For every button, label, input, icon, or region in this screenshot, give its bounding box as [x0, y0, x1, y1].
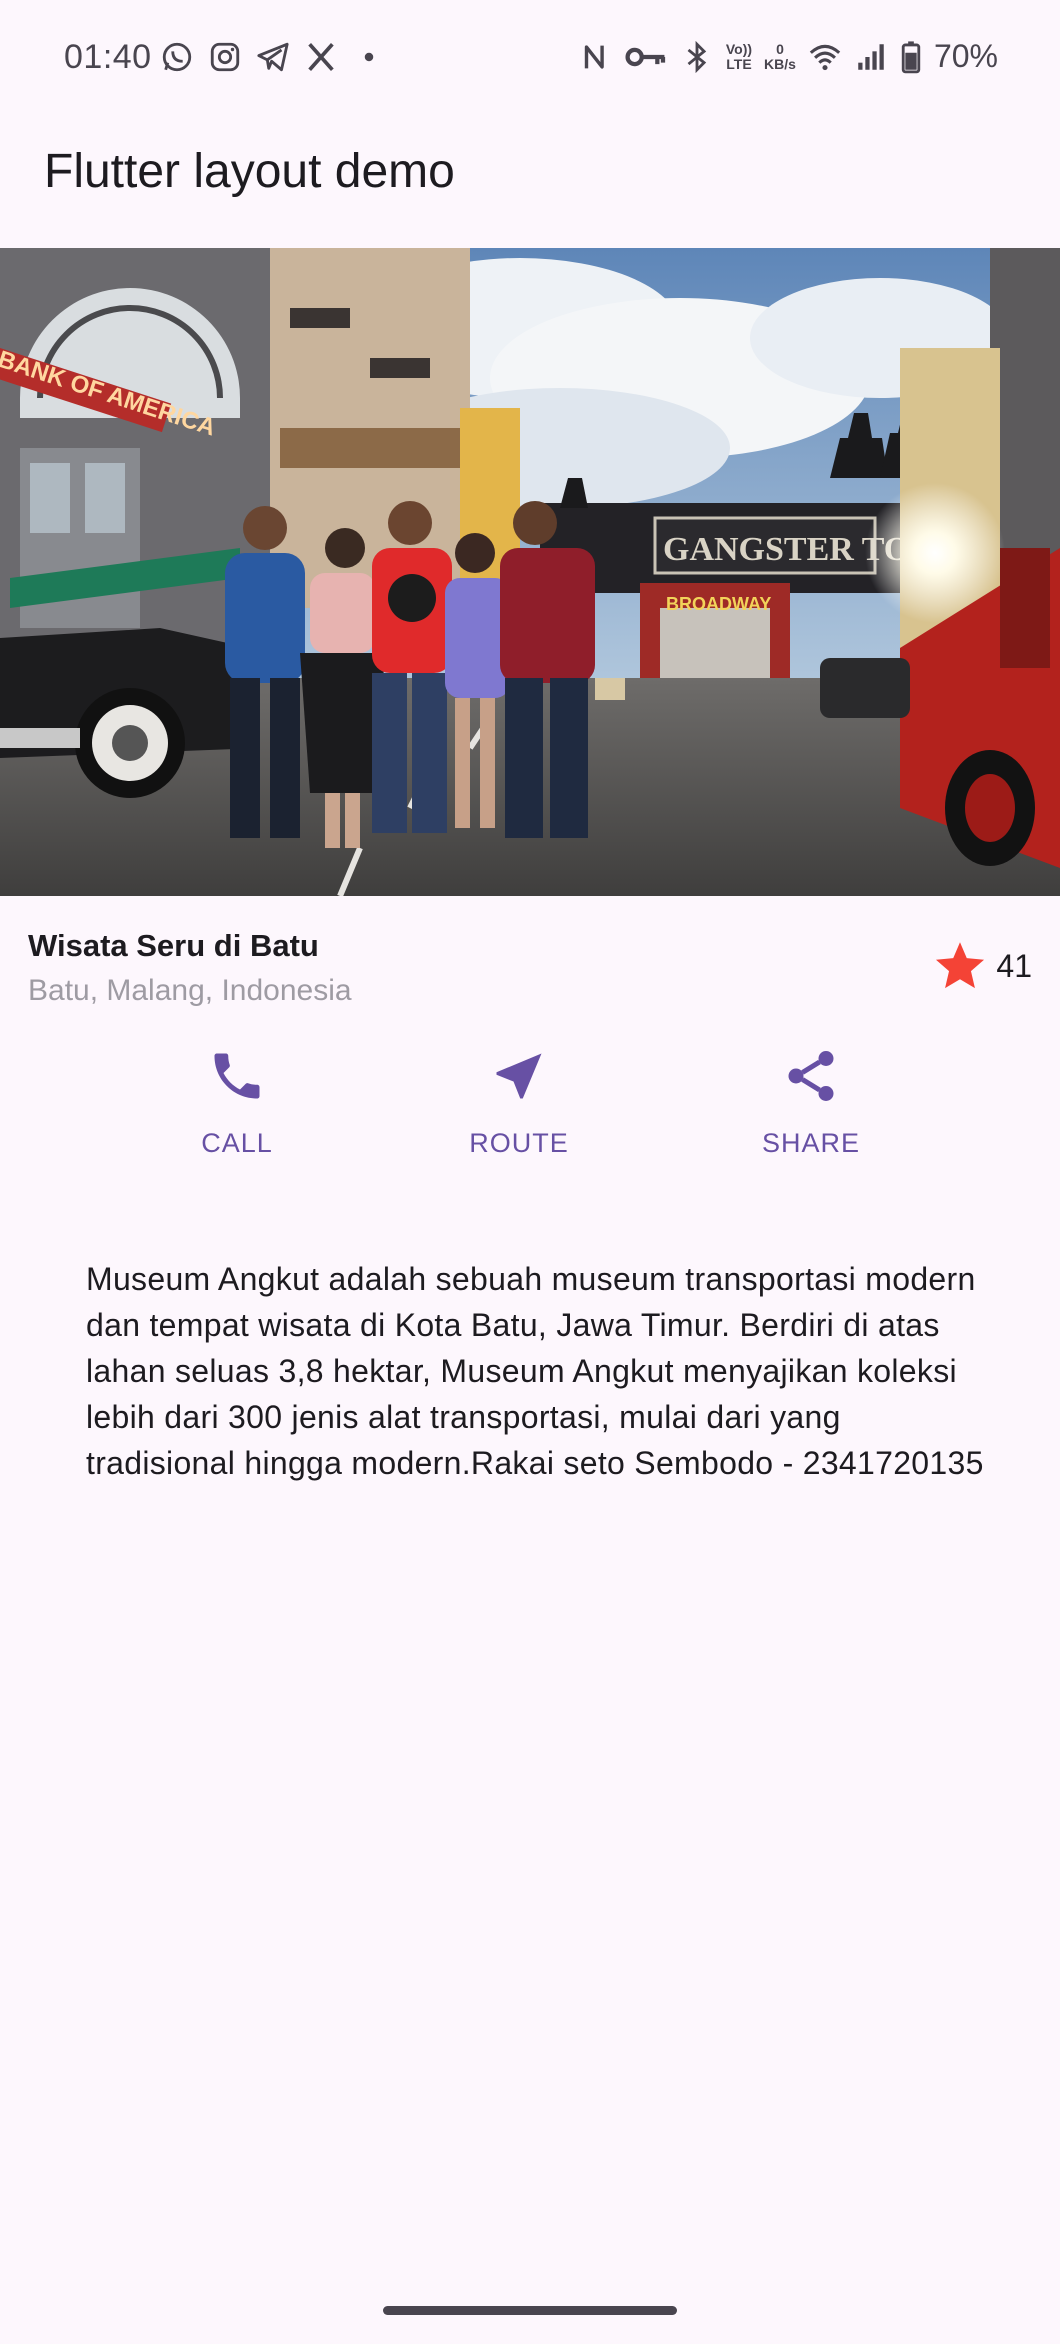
- key-icon: [624, 40, 668, 74]
- volte-bottom: LTE: [726, 55, 752, 72]
- nfc-icon: [578, 40, 612, 74]
- system-icons: Vo)) LTE 0 KB/s 70%: [578, 38, 998, 75]
- volte-icon: Vo)) LTE: [725, 40, 753, 72]
- volte-top: Vo)): [725, 40, 753, 57]
- star-icon[interactable]: [932, 938, 988, 994]
- home-indicator[interactable]: [383, 2306, 677, 2315]
- theater-sign: BROADWAY: [666, 594, 771, 614]
- rating-count: 41: [996, 947, 1032, 984]
- data-rate-value: 0: [776, 40, 784, 57]
- call-label: CALL: [201, 1128, 273, 1158]
- share-label: SHARE: [761, 1128, 861, 1158]
- share-button[interactable]: SHARE: [711, 1040, 911, 1159]
- app-screen: 01:40 Vo)) LTE 0 KB/s 70% Flutter layout…: [0, 0, 1060, 2344]
- battery-icon: [900, 40, 922, 74]
- notification-icons: [160, 40, 386, 74]
- telegram-icon: [256, 40, 290, 74]
- wifi-icon: [808, 40, 842, 74]
- rating[interactable]: 41: [932, 938, 1032, 994]
- data-rate: 0 KB/s: [764, 40, 796, 72]
- hero-image: BANK OF AMERICA GANGSTER TOWN BROADWAY: [0, 248, 1060, 896]
- app-title: Flutter layout demo: [44, 145, 455, 198]
- x-icon: [304, 40, 338, 74]
- signal-icon: [854, 40, 888, 74]
- status-bar: 01:40 Vo)) LTE 0 KB/s 70%: [0, 0, 1060, 118]
- share-icon: [788, 1051, 834, 1101]
- place-subtitle: Batu, Malang, Indonesia: [28, 974, 352, 1007]
- status-time: 01:40: [64, 38, 152, 76]
- app-bar: Flutter layout demo: [0, 118, 1060, 248]
- whatsapp-icon: [160, 40, 194, 74]
- place-title: Wisata Seru di Batu: [28, 928, 319, 963]
- battery-percent: 70%: [933, 38, 998, 74]
- instagram-icon: [208, 40, 242, 74]
- title-section: Wisata Seru di Batu Batu, Malang, Indone…: [0, 896, 1060, 1046]
- dot-icon: [352, 40, 386, 74]
- navigation-icon: [496, 1053, 542, 1099]
- phone-icon: [214, 1053, 260, 1099]
- call-button[interactable]: CALL: [137, 1040, 337, 1159]
- bluetooth-icon: [680, 40, 714, 74]
- data-rate-unit: KB/s: [764, 55, 796, 72]
- route-button[interactable]: ROUTE: [419, 1040, 619, 1159]
- action-button-row: CALL ROUTE SHARE: [0, 1040, 1060, 1180]
- description-text: Museum Angkut adalah sebuah museum trans…: [86, 1261, 984, 1481]
- route-label: ROUTE: [469, 1128, 569, 1158]
